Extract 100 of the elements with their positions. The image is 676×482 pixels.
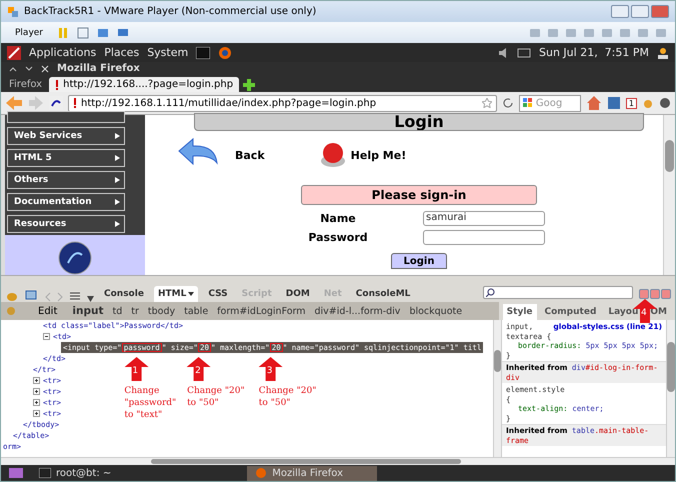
monitor-icon[interactable] xyxy=(117,26,130,38)
up-icon[interactable] xyxy=(9,64,17,72)
back-icon[interactable] xyxy=(5,95,23,111)
home-icon[interactable] xyxy=(586,95,602,111)
back-icon[interactable] xyxy=(45,292,51,302)
menu-item[interactable]: HTML 5 xyxy=(7,148,125,167)
search-engine-icon xyxy=(522,98,533,108)
terminal-icon xyxy=(39,468,51,478)
menu-item[interactable]: Resources xyxy=(7,214,125,234)
arrow-callout xyxy=(124,357,148,381)
arrow-icon xyxy=(115,198,120,205)
expand-toggle[interactable] xyxy=(33,399,40,406)
url-field[interactable]: http://192.168.1.111/mutillidae/index.php?page=login.php xyxy=(68,94,497,112)
taskbar-item[interactable]: root@bt: ~ xyxy=(31,466,120,480)
workspace-icon[interactable] xyxy=(9,467,23,479)
input-field[interactable] xyxy=(423,230,545,245)
maximize-button[interactable] xyxy=(631,5,649,18)
bookmark-icon[interactable] xyxy=(606,96,621,110)
menu-label: Others xyxy=(14,174,48,185)
notification-badge[interactable]: 1 xyxy=(626,98,637,108)
side-tab[interactable]: Style xyxy=(502,304,537,320)
down-icon[interactable] xyxy=(25,64,33,72)
scrollbar-thumb[interactable] xyxy=(665,140,674,172)
warning-icon xyxy=(55,80,60,90)
menu-item[interactable]: Others xyxy=(7,170,125,189)
search-icon xyxy=(486,288,495,297)
vmware-logo-icon[interactable] xyxy=(7,6,19,18)
breadcrumb[interactable]: input xyxy=(72,305,104,317)
expand-toggle[interactable] xyxy=(33,377,40,384)
step-number: 2 xyxy=(195,366,201,376)
reload-icon[interactable] xyxy=(502,97,514,109)
edit-button[interactable]: Edit xyxy=(32,304,64,318)
breadcrumb[interactable]: td xyxy=(112,306,122,316)
panel-tab[interactable]: HTML xyxy=(154,286,198,302)
breadcrumb[interactable]: div#id-l...form-div xyxy=(314,306,400,316)
player-menu[interactable]: Player xyxy=(9,26,50,38)
side-tab[interactable]: Computed xyxy=(540,304,600,320)
expand-toggle[interactable] xyxy=(33,410,40,417)
window-title: BackTrack5R1 - VMware Player (Non-commercial use only) xyxy=(24,6,316,17)
forward-icon[interactable] xyxy=(57,292,63,302)
side-tab[interactable]: Layou xyxy=(604,304,642,320)
help-link[interactable]: Help Me! xyxy=(350,148,406,162)
help-button-icon[interactable] xyxy=(318,141,347,169)
breadcrumb[interactable]: tr xyxy=(131,306,139,316)
list-icon[interactable] xyxy=(69,290,81,302)
menu-item[interactable] xyxy=(7,111,125,123)
breadcrumb[interactable]: table xyxy=(184,306,208,316)
panel-tab[interactable]: DOM xyxy=(282,286,314,302)
minimize-button[interactable] xyxy=(639,289,649,299)
close-button[interactable] xyxy=(661,289,671,299)
menu-item[interactable]: Web Services xyxy=(7,126,125,145)
firefox-menu[interactable]: Firefox xyxy=(5,79,46,92)
panel-menu[interactable]: Places xyxy=(104,46,140,59)
panel-tab[interactable]: Console xyxy=(100,286,148,302)
terminal-icon[interactable] xyxy=(196,46,210,58)
breadcrumb[interactable]: blockquote xyxy=(409,306,462,316)
menu-label: Web Services xyxy=(14,130,82,141)
field-label: Password xyxy=(307,231,369,244)
arrow-icon xyxy=(115,220,120,227)
taskbar-item[interactable]: Mozilla Firefox xyxy=(247,466,378,480)
user-icon[interactable] xyxy=(657,46,669,58)
form-title: Please sign-in xyxy=(301,185,537,205)
collapse-toggle[interactable] xyxy=(43,333,50,340)
speaker-icon[interactable] xyxy=(497,46,509,58)
login-button[interactable]: Login xyxy=(390,253,448,269)
logo-icon[interactable] xyxy=(58,241,92,276)
close-icon[interactable] xyxy=(41,64,49,72)
back-link[interactable]: Back xyxy=(235,148,265,162)
scrollbar-thumb[interactable] xyxy=(151,459,461,464)
fullscreen-icon[interactable] xyxy=(97,26,110,38)
panel-menu[interactable]: System xyxy=(147,46,188,59)
step-number: 1 xyxy=(132,366,138,376)
star-icon xyxy=(482,98,492,108)
minimize-button[interactable] xyxy=(611,5,629,18)
arrow-callout xyxy=(187,357,212,381)
menu-label: Resources xyxy=(14,218,66,229)
scrollbar-thumb[interactable] xyxy=(494,350,501,372)
arrow-callout xyxy=(258,357,283,381)
arrow-icon xyxy=(115,154,120,161)
firefox-icon[interactable] xyxy=(218,46,232,60)
browser-tab[interactable]: http://192.168....?page=login.php xyxy=(49,77,240,92)
expand-toggle[interactable] xyxy=(33,388,40,395)
panel-tab[interactable]: CSS xyxy=(204,286,232,302)
panel-tab[interactable]: ConsoleML xyxy=(352,286,414,302)
instruction-note: Change "password" to "text" xyxy=(124,385,178,421)
menu-item[interactable]: Documentation xyxy=(7,192,125,211)
new-tab-icon[interactable] xyxy=(242,78,256,92)
browser-title: Mozilla Firefox xyxy=(57,63,140,74)
input-field[interactable]: samurai xyxy=(423,211,545,226)
breadcrumb[interactable]: tbody xyxy=(148,306,176,316)
search-field[interactable] xyxy=(483,286,633,299)
panel-menu[interactable]: Applications xyxy=(29,46,96,59)
warning-icon xyxy=(73,98,77,108)
firefox-icon xyxy=(255,467,268,479)
pause-icon[interactable] xyxy=(57,26,70,38)
scrollbar-thumb[interactable] xyxy=(667,342,675,392)
caret-icon xyxy=(188,292,194,296)
breadcrumb[interactable]: form#idLoginForm xyxy=(217,306,306,316)
detach-button[interactable] xyxy=(650,289,660,299)
backtrack-logo-icon[interactable] xyxy=(7,46,21,60)
